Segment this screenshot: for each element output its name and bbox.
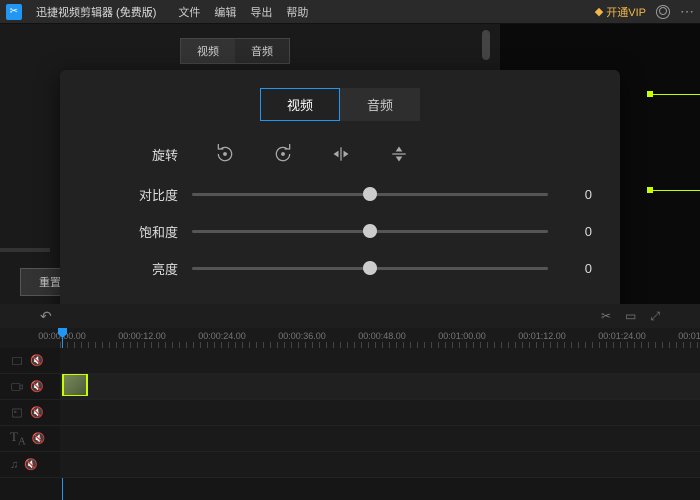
tab-video[interactable]: 视频 [260, 88, 340, 121]
saturation-slider[interactable] [192, 230, 548, 233]
preview-marker-line [650, 94, 700, 95]
tab-audio[interactable]: 音频 [340, 88, 420, 121]
preview-marker-line [650, 190, 700, 191]
mute-icon[interactable]: 🔇 [30, 380, 44, 393]
mid-toolbar: ↶ ✂ ▭ ⤢ [0, 304, 700, 328]
track-video: 🔇 [0, 374, 700, 400]
track-head[interactable]: 🔇 [0, 380, 60, 394]
contrast-row: 对比度 0 [128, 185, 592, 204]
scrollbar[interactable] [482, 30, 490, 60]
adjust-panel: 视频 音频 旋转 对比度 0 饱和度 0 亮度 0 [60, 70, 620, 320]
track-body[interactable] [60, 400, 700, 425]
rotate-row: 旋转 [138, 143, 592, 165]
track-overlay: 🔇 [0, 348, 700, 374]
track-body[interactable] [60, 348, 700, 373]
cut-icon[interactable]: ✂ [601, 309, 611, 324]
timestamp: 00:00:48.00 [358, 331, 406, 341]
track-audio: ♫🔇 [0, 452, 700, 478]
vip-button[interactable]: ◆ 开通VIP [595, 4, 646, 20]
slider-thumb[interactable] [363, 261, 377, 275]
menu-edit[interactable]: 编辑 [214, 4, 236, 20]
user-icon[interactable] [656, 5, 670, 19]
rotate-label: 旋转 [138, 145, 178, 164]
flip-vertical-icon[interactable] [388, 143, 410, 165]
timestamp: 00:00:24.00 [198, 331, 246, 341]
undo-icon[interactable]: ↶ [40, 308, 52, 325]
timeline: 00:00:00.00 00:00:12.00 00:00:24.00 00:0… [0, 328, 700, 500]
time-ruler[interactable]: 00:00:00.00 00:00:12.00 00:00:24.00 00:0… [0, 328, 700, 348]
mute-icon[interactable]: 🔇 [24, 458, 38, 471]
bg-tab-audio[interactable]: 音频 [235, 39, 289, 63]
app-logo: ✂ [6, 4, 22, 20]
track-body[interactable] [60, 452, 700, 477]
tool-icon[interactable]: ▭ [625, 309, 636, 324]
contrast-slider[interactable] [192, 193, 548, 196]
bg-tabs: 视频 音频 [180, 38, 290, 64]
timestamp: 00:00:12.00 [118, 331, 166, 341]
tracks: 🔇 🔇 🔇 TA🔇 ♫🔇 [0, 348, 700, 500]
video-clip[interactable] [62, 374, 88, 396]
track-image: 🔇 [0, 400, 700, 426]
timestamp: 00:01:12.00 [518, 331, 566, 341]
timestamp: 00:01:36.00 [678, 331, 700, 341]
vip-label: 开通VIP [606, 4, 646, 20]
track-head[interactable]: 🔇 [0, 354, 60, 368]
track-body[interactable] [60, 426, 700, 451]
rotate-ccw-icon[interactable] [214, 143, 236, 165]
rotate-cw-icon[interactable] [272, 143, 294, 165]
mute-icon[interactable]: 🔇 [30, 406, 44, 419]
menu-export[interactable]: 导出 [250, 4, 272, 20]
flip-horizontal-icon[interactable] [330, 143, 352, 165]
saturation-row: 饱和度 0 [128, 222, 592, 241]
brightness-row: 亮度 0 [128, 259, 592, 278]
track-head[interactable]: ♫🔇 [0, 458, 60, 471]
app-title: 迅捷视频剪辑器 (免费版) [36, 4, 156, 20]
timestamp: 00:01:24.00 [598, 331, 646, 341]
slider-thumb[interactable] [363, 187, 377, 201]
panel-tabs: 视频 音频 [88, 88, 592, 121]
preview-marker-dot [647, 187, 653, 193]
track-head[interactable]: 🔇 [0, 406, 60, 420]
track-head[interactable]: TA🔇 [0, 429, 60, 448]
timestamp: 00:01:00.00 [438, 331, 486, 341]
contrast-label: 对比度 [128, 185, 178, 204]
timestamp: 00:00:36.00 [278, 331, 326, 341]
slider-thumb[interactable] [363, 224, 377, 238]
mute-icon[interactable]: 🔇 [32, 432, 46, 445]
menu-file[interactable]: 文件 [178, 4, 200, 20]
preview-marker-dot [647, 91, 653, 97]
bg-tab-video[interactable]: 视频 [181, 39, 235, 63]
more-icon[interactable]: ⋯ [680, 3, 694, 20]
menu-bar: ✂ 迅捷视频剪辑器 (免费版) 文件 编辑 导出 帮助 ◆ 开通VIP ⋯ [0, 0, 700, 24]
menu-help[interactable]: 帮助 [286, 4, 308, 20]
diamond-icon: ◆ [595, 5, 603, 18]
saturation-label: 饱和度 [128, 222, 178, 241]
saturation-value: 0 [562, 224, 592, 239]
brightness-value: 0 [562, 261, 592, 276]
brightness-slider[interactable] [192, 267, 548, 270]
tool-icon[interactable]: ⤢ [650, 309, 660, 324]
left-strip [0, 248, 50, 252]
track-body[interactable] [60, 374, 700, 399]
brightness-label: 亮度 [128, 259, 178, 278]
track-text: TA🔇 [0, 426, 700, 452]
contrast-value: 0 [562, 187, 592, 202]
music-icon: ♫ [10, 459, 18, 471]
mute-icon[interactable]: 🔇 [30, 354, 44, 367]
